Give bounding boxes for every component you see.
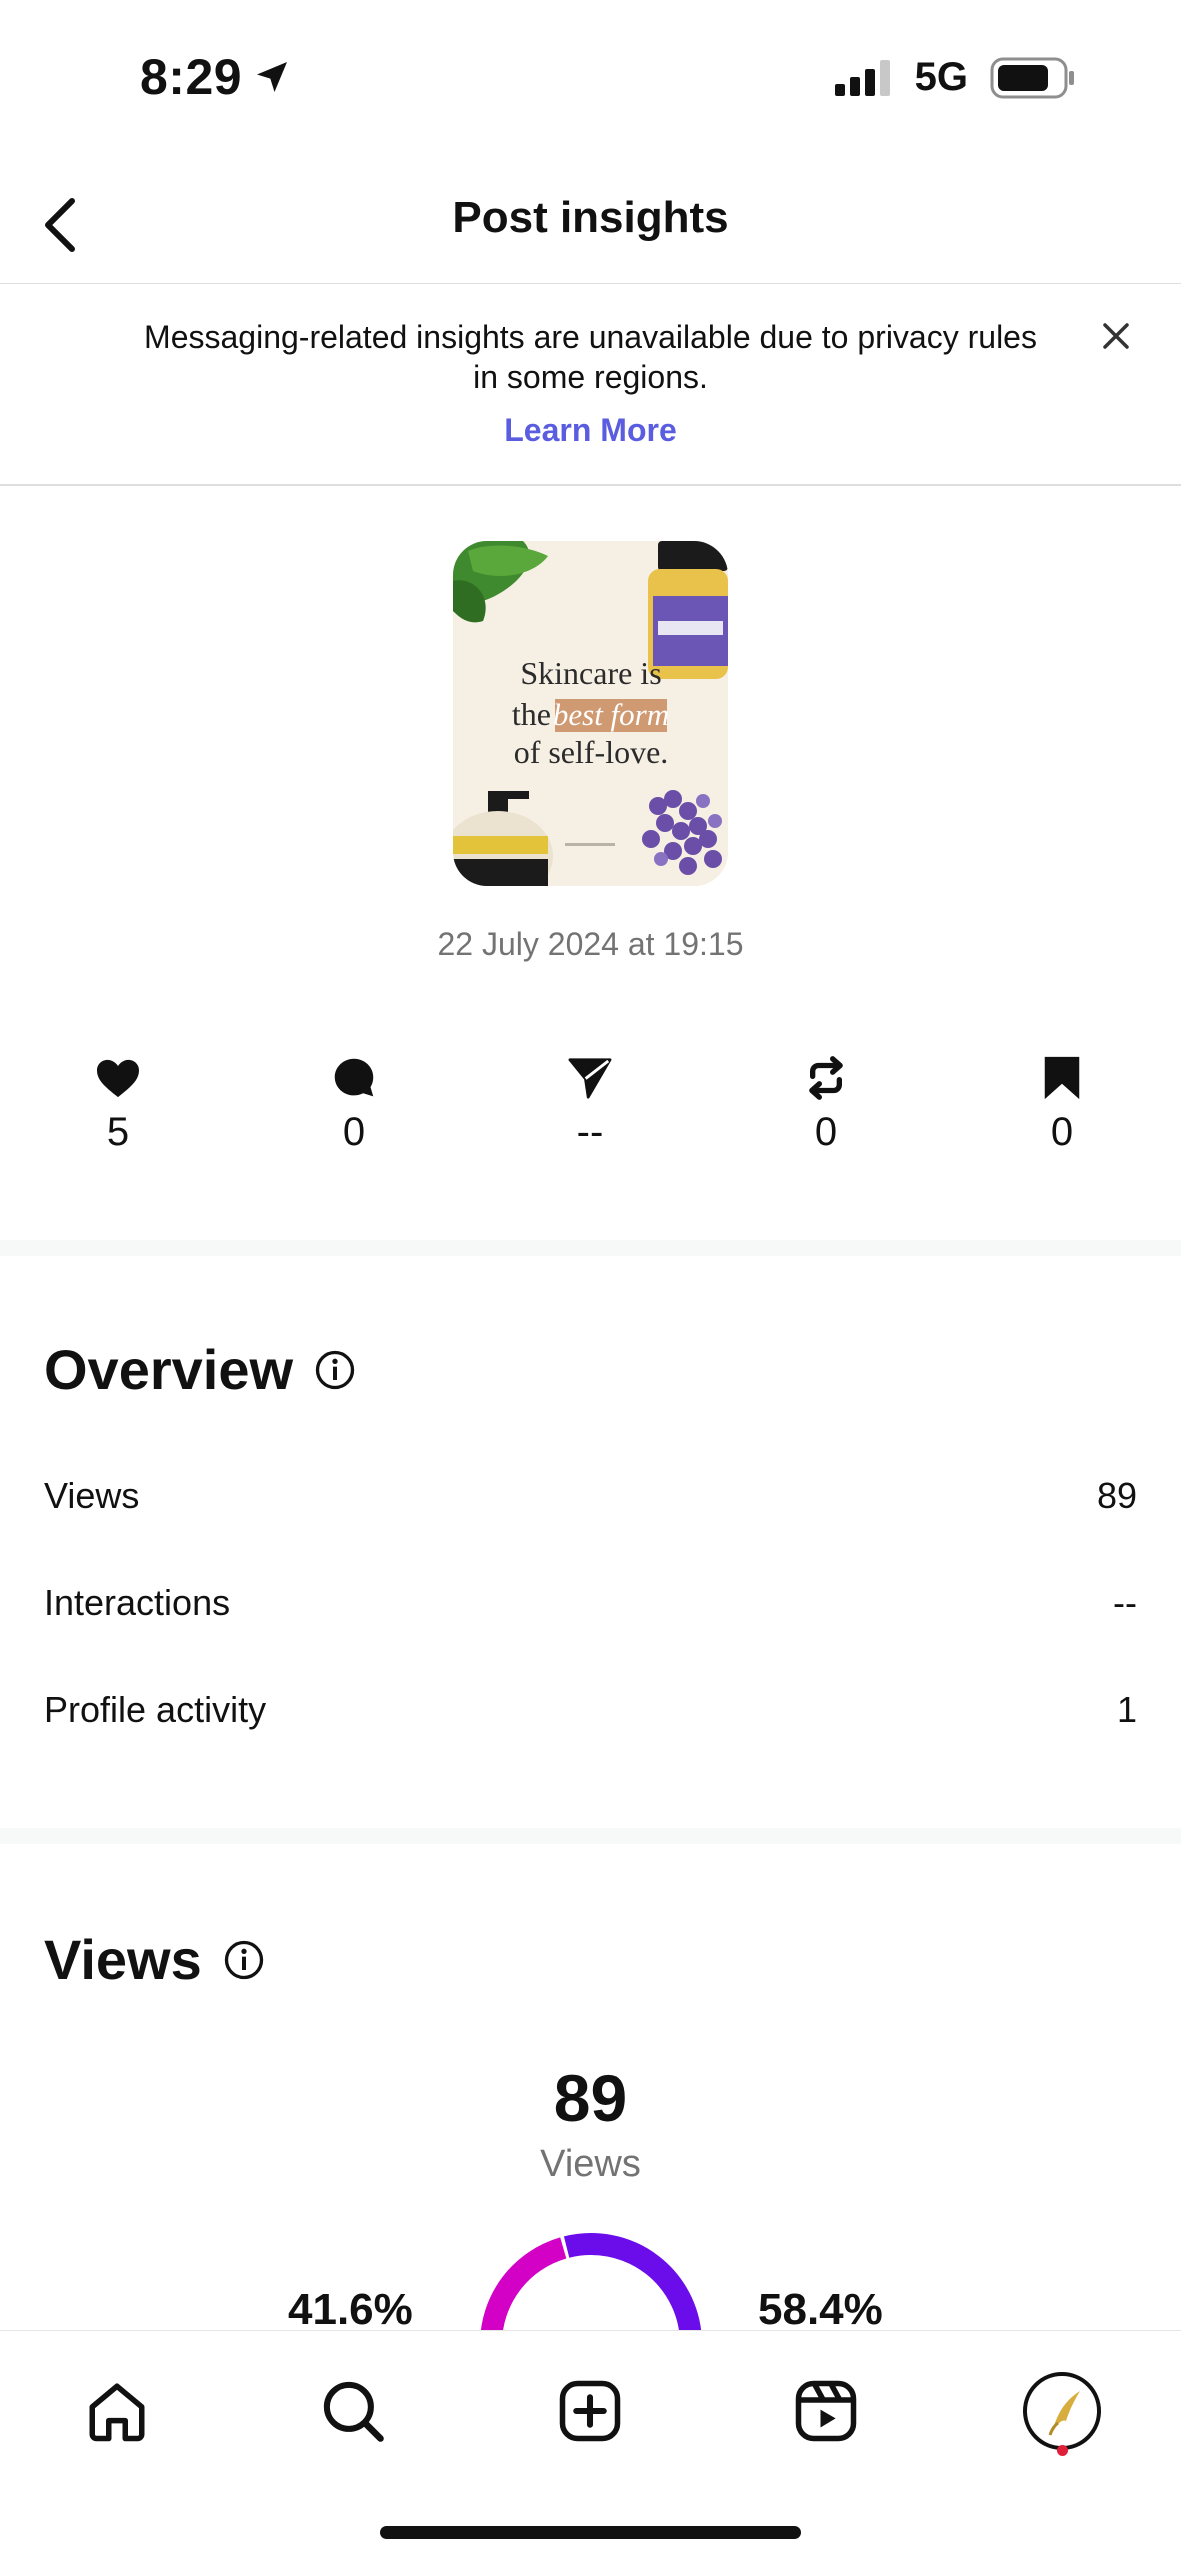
profile-avatar-icon xyxy=(1023,2372,1101,2450)
repost-icon xyxy=(809,1055,843,1100)
reposts-metric: 0 xyxy=(746,1050,906,1155)
reposts-count: 0 xyxy=(814,1110,838,1154)
status-time-text: 8:29 xyxy=(140,49,243,105)
status-indicators: 5G xyxy=(834,55,1076,100)
donut-segment-followers xyxy=(480,2237,567,2342)
saves-metric: 0 xyxy=(982,1050,1142,1155)
followers-percentage: 41.6% xyxy=(288,2285,413,2334)
likes-count: 5 xyxy=(106,1110,130,1154)
views-donut-chart xyxy=(480,2233,702,2342)
overview-title: Overview xyxy=(44,1338,294,1401)
create-icon xyxy=(559,2380,621,2442)
overview-row-views[interactable]: Views 89 xyxy=(44,1475,1137,1517)
saves-count: 0 xyxy=(1050,1110,1074,1154)
signal-icon xyxy=(834,59,890,96)
views-title: Views xyxy=(44,1928,202,1991)
post-thumbnail[interactable]: Skincare is the best form of self-love. xyxy=(453,541,728,886)
donut-segment-non-followers xyxy=(563,2233,702,2342)
post-image: Skincare is the best form of self-love. xyxy=(453,541,728,886)
engagement-metrics: 5 0 -- 0 0 xyxy=(0,1050,1181,1180)
overview-row-label: Profile activity xyxy=(44,1689,267,1730)
location-arrow-icon xyxy=(257,62,288,92)
home-icon xyxy=(89,2383,145,2442)
overview-heading: Overview xyxy=(44,1337,355,1402)
tab-search[interactable] xyxy=(303,2361,403,2461)
save-icon xyxy=(1044,1056,1080,1099)
network-label: 5G xyxy=(914,55,968,99)
non-followers-percentage: 58.4% xyxy=(758,2285,883,2334)
tab-home[interactable] xyxy=(67,2361,167,2461)
overview-row-value: -- xyxy=(1113,1582,1137,1623)
post-image-line2a: the xyxy=(512,696,551,732)
battery-icon xyxy=(990,57,1074,98)
section-divider xyxy=(0,1828,1181,1844)
post-image-line3: of self-love. xyxy=(514,734,669,770)
info-icon[interactable] xyxy=(224,1940,264,1980)
section-divider xyxy=(0,1240,1181,1256)
share-icon xyxy=(568,1057,612,1099)
shares-count: -- xyxy=(576,1110,604,1154)
home-indicator xyxy=(380,2526,801,2539)
overview-row-value: 1 xyxy=(1116,1689,1137,1730)
views-total-label: Views xyxy=(540,2143,641,2185)
post-image-line2b: best form xyxy=(553,697,669,732)
tab-reels[interactable] xyxy=(776,2361,876,2461)
reels-icon xyxy=(795,2380,857,2442)
comment-icon xyxy=(334,1058,374,1096)
info-icon[interactable] xyxy=(315,1350,355,1390)
post-date: 22 July 2024 at 19:15 xyxy=(437,926,744,962)
page-title: Post insights xyxy=(452,193,729,242)
comments-count: 0 xyxy=(342,1110,366,1154)
privacy-notice-banner: Messaging-related insights are unavailab… xyxy=(0,283,1181,486)
notification-dot xyxy=(1057,2445,1068,2456)
likes-metric: 5 xyxy=(38,1050,198,1155)
heart-icon xyxy=(97,1059,139,1097)
views-heading: Views xyxy=(44,1927,264,1992)
tab-create[interactable] xyxy=(540,2361,640,2461)
status-time: 8:29 xyxy=(140,48,292,106)
close-icon xyxy=(1103,323,1129,349)
overview-row-interactions[interactable]: Interactions -- xyxy=(44,1582,1137,1624)
views-total: 89 xyxy=(553,2061,628,2135)
privacy-notice-text: Messaging-related insights are unavailab… xyxy=(144,319,1037,395)
overview-row-label: Views xyxy=(44,1475,140,1516)
notice-close-button[interactable] xyxy=(1091,311,1141,361)
shares-metric: -- xyxy=(510,1050,670,1155)
overview-row-label: Interactions xyxy=(44,1582,231,1623)
overview-row-value: 89 xyxy=(1096,1475,1137,1516)
comments-metric: 0 xyxy=(274,1050,434,1155)
post-image-line1: Skincare is xyxy=(520,655,661,691)
search-icon xyxy=(323,2381,384,2442)
overview-row-profile-activity[interactable]: Profile activity 1 xyxy=(44,1689,1137,1731)
learn-more-link[interactable]: Learn More xyxy=(0,412,1181,449)
